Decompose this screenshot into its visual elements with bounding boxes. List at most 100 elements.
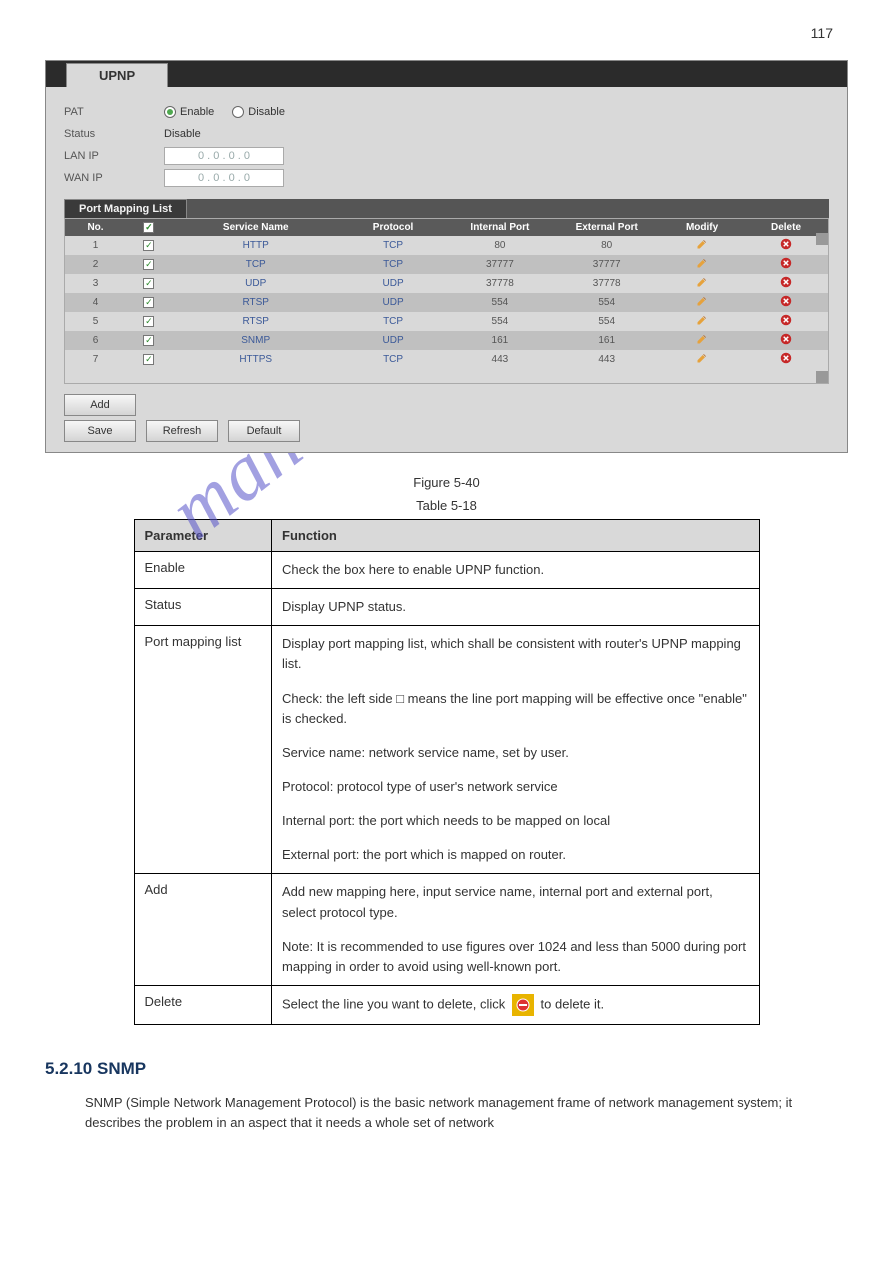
col-modify: Modify (660, 219, 744, 236)
cell-external: 37778 (553, 274, 660, 293)
refresh-button[interactable]: Refresh (146, 420, 218, 442)
port-mapping-tabbar: Port Mapping List (64, 199, 829, 218)
delete-icon (780, 299, 792, 310)
cell-external: 554 (553, 293, 660, 312)
cell-check[interactable] (126, 236, 172, 255)
cell-protocol: TCP (340, 312, 447, 331)
cell-modify[interactable] (660, 312, 744, 331)
cell-check[interactable] (126, 331, 172, 350)
radio-icon (164, 106, 176, 118)
save-button[interactable]: Save (64, 420, 136, 442)
cell-delete[interactable] (744, 350, 828, 369)
checkbox-icon (143, 278, 154, 289)
cell-check[interactable] (126, 274, 172, 293)
port-mapping-table-container: No. Service Name Protocol Internal Port … (64, 218, 829, 384)
port-mapping-tab[interactable]: Port Mapping List (64, 199, 187, 218)
cell-modify[interactable] (660, 274, 744, 293)
checkbox-icon (143, 240, 154, 251)
cell-service: HTTPS (172, 350, 340, 369)
cell-delete[interactable] (744, 331, 828, 350)
pat-enable-radio[interactable]: Enable (164, 106, 214, 118)
func-portmaplist: Display port mapping list, which shall b… (272, 626, 760, 874)
scrollbar-thumb[interactable] (816, 233, 828, 245)
cell-internal: 161 (446, 331, 553, 350)
status-label: Status (64, 128, 164, 140)
delete-icon (780, 356, 792, 367)
table-row: 4RTSPUDP554554 (65, 293, 828, 312)
cell-modify[interactable] (660, 236, 744, 255)
cell-protocol: TCP (340, 236, 447, 255)
cell-delete[interactable] (744, 255, 828, 274)
cell-service: RTSP (172, 312, 340, 331)
cell-protocol: UDP (340, 293, 447, 312)
edit-icon (696, 280, 708, 291)
cell-check[interactable] (126, 255, 172, 274)
cell-service: RTSP (172, 293, 340, 312)
cell-protocol: UDP (340, 274, 447, 293)
wanip-input[interactable]: 0 . 0 . 0 . 0 (164, 169, 284, 187)
delete-icon (780, 242, 792, 253)
col-function: Function (272, 520, 760, 552)
upnp-panel: UPNP PAT Enable Disable Status Di (45, 60, 848, 453)
cell-internal: 80 (446, 236, 553, 255)
cell-no: 2 (65, 255, 126, 274)
param-status: Status (134, 589, 272, 626)
col-check[interactable] (126, 219, 172, 236)
cell-check[interactable] (126, 312, 172, 331)
cell-service: SNMP (172, 331, 340, 350)
table-row: 2TCPTCP3777737777 (65, 255, 828, 274)
delete-icon (780, 280, 792, 291)
pat-disable-radio[interactable]: Disable (232, 106, 285, 118)
lanip-label: LAN IP (64, 150, 164, 162)
col-internal: Internal Port (446, 219, 553, 236)
cell-delete[interactable] (744, 312, 828, 331)
col-service: Service Name (172, 219, 340, 236)
figure-caption: Figure 5-40 (45, 475, 848, 490)
cell-modify[interactable] (660, 255, 744, 274)
cell-internal: 37778 (446, 274, 553, 293)
edit-icon (696, 261, 708, 272)
cell-delete[interactable] (744, 293, 828, 312)
cell-external: 161 (553, 331, 660, 350)
func-enable: Check the box here to enable UPNP functi… (272, 552, 760, 589)
cell-check[interactable] (126, 350, 172, 369)
cell-external: 443 (553, 350, 660, 369)
param-add: Add (134, 874, 272, 986)
section-body: SNMP (Simple Network Management Protocol… (85, 1093, 808, 1133)
cell-protocol: TCP (340, 255, 447, 274)
default-button[interactable]: Default (228, 420, 300, 442)
delete-icon (780, 318, 792, 329)
cell-check[interactable] (126, 293, 172, 312)
scrollbar-thumb[interactable] (816, 371, 828, 383)
port-mapping-table: No. Service Name Protocol Internal Port … (65, 219, 828, 369)
tab-upnp[interactable]: UPNP (66, 63, 168, 87)
cell-delete[interactable] (744, 274, 828, 293)
cell-internal: 554 (446, 293, 553, 312)
col-external: External Port (553, 219, 660, 236)
cell-no: 4 (65, 293, 126, 312)
enable-label: Enable (180, 106, 214, 118)
tabbar: UPNP (46, 61, 847, 87)
table-row: 1HTTPTCP8080 (65, 236, 828, 255)
checkbox-icon (143, 316, 154, 327)
cell-service: HTTP (172, 236, 340, 255)
lanip-input[interactable]: 0 . 0 . 0 . 0 (164, 147, 284, 165)
checkbox-icon (143, 335, 154, 346)
checkbox-icon (143, 222, 154, 233)
cell-service: UDP (172, 274, 340, 293)
func-delete: Select the line you want to delete, clic… (272, 985, 760, 1024)
status-value: Disable (164, 128, 201, 140)
checkbox-icon (143, 354, 154, 365)
section-heading: 5.2.10 SNMP (45, 1059, 848, 1079)
cell-no: 1 (65, 236, 126, 255)
checkbox-icon (143, 297, 154, 308)
table-row: 7HTTPSTCP443443 (65, 350, 828, 369)
add-button[interactable]: Add (64, 394, 136, 416)
col-no: No. (65, 219, 126, 236)
cell-modify[interactable] (660, 331, 744, 350)
cell-modify[interactable] (660, 293, 744, 312)
cell-no: 6 (65, 331, 126, 350)
cell-external: 554 (553, 312, 660, 331)
cell-no: 7 (65, 350, 126, 369)
cell-modify[interactable] (660, 350, 744, 369)
